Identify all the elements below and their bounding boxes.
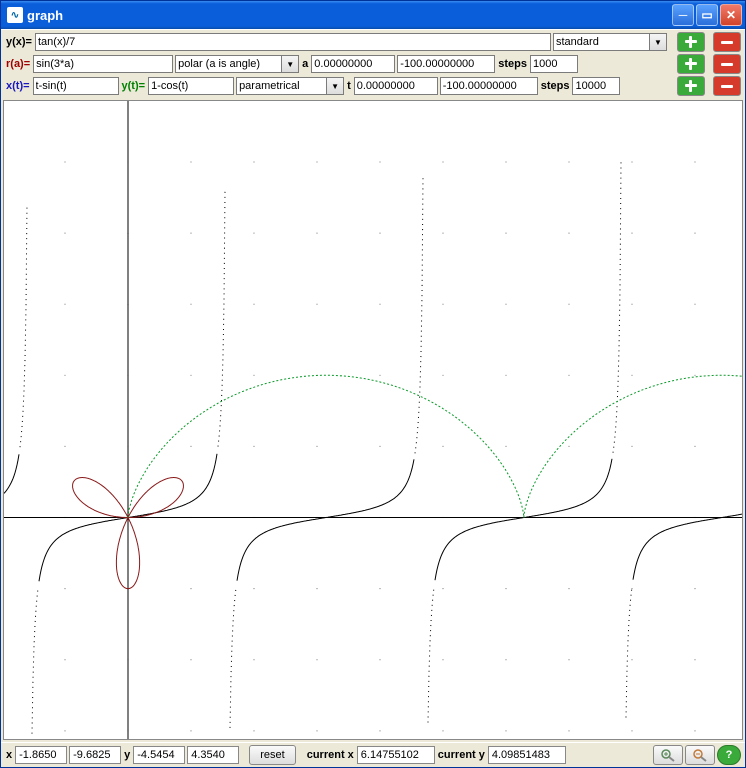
statusbar: x y reset current x current y ? <box>1 742 745 767</box>
a-to-input[interactable] <box>397 55 495 73</box>
remove-button[interactable] <box>713 32 741 52</box>
steps-label: steps <box>497 58 528 70</box>
function-row-parametric: x(t)= y(t)= ▼ t steps <box>5 76 741 96</box>
window-title: graph <box>27 8 63 23</box>
plus-icon <box>685 80 697 92</box>
close-button[interactable]: ✕ <box>720 4 742 26</box>
ra-label: r(a)= <box>5 58 31 70</box>
yt-label: y(t)= <box>121 80 147 92</box>
toolbar: y(x)= ▼ r(a)= ▼ a steps <box>1 29 745 100</box>
remove-button[interactable] <box>713 76 741 96</box>
y-to-field[interactable] <box>187 746 239 764</box>
reset-button[interactable]: reset <box>249 745 295 765</box>
y-from-field[interactable] <box>133 746 185 764</box>
app-window: ∿ graph ─ ▭ ✕ y(x)= ▼ r(a)= ▼ <box>0 0 746 768</box>
chevron-down-icon[interactable]: ▼ <box>649 33 667 51</box>
magnifier-plus-icon <box>660 748 676 762</box>
steps-label: steps <box>540 80 571 92</box>
plus-icon <box>685 58 697 70</box>
help-button[interactable]: ? <box>717 745 741 765</box>
xt-label: x(t)= <box>5 80 31 92</box>
t-to-input[interactable] <box>440 77 538 95</box>
current-x-label: current x <box>306 749 355 761</box>
ra-input[interactable] <box>33 55 173 73</box>
yt-input[interactable] <box>148 77 234 95</box>
mode-param-value[interactable] <box>236 77 326 95</box>
titlebar[interactable]: ∿ graph ─ ▭ ✕ <box>1 1 745 29</box>
yx-label: y(x)= <box>5 36 33 48</box>
minus-icon <box>721 63 733 66</box>
maximize-button[interactable]: ▭ <box>696 4 718 26</box>
minimize-button[interactable]: ─ <box>672 4 694 26</box>
mode-select-standard[interactable]: ▼ <box>553 33 667 51</box>
current-y-label: current y <box>437 749 486 761</box>
chevron-down-icon[interactable]: ▼ <box>326 77 344 95</box>
add-button[interactable] <box>677 54 705 74</box>
function-row-standard: y(x)= ▼ <box>5 32 741 52</box>
mode-select-parametric[interactable]: ▼ <box>236 77 344 95</box>
minus-icon <box>721 85 733 88</box>
zoom-out-button[interactable] <box>685 745 715 765</box>
function-row-polar: r(a)= ▼ a steps <box>5 54 741 74</box>
steps-input-polar[interactable] <box>530 55 578 73</box>
a-label: a <box>301 58 309 70</box>
mode-select-polar[interactable]: ▼ <box>175 55 299 73</box>
t-label: t <box>346 80 352 92</box>
mode-standard-value[interactable] <box>553 33 649 51</box>
t-from-input[interactable] <box>354 77 438 95</box>
magnifier-minus-icon <box>692 748 708 762</box>
steps-input-param[interactable] <box>572 77 620 95</box>
x-to-field[interactable] <box>69 746 121 764</box>
yx-input[interactable] <box>35 33 551 51</box>
plot-svg <box>4 101 742 739</box>
add-button[interactable] <box>677 32 705 52</box>
x-label: x <box>5 749 13 761</box>
current-y-value <box>488 746 566 764</box>
y-label: y <box>123 749 131 761</box>
add-button[interactable] <box>677 76 705 96</box>
plus-icon <box>685 36 697 48</box>
a-from-input[interactable] <box>311 55 395 73</box>
minus-icon <box>721 41 733 44</box>
xt-input[interactable] <box>33 77 119 95</box>
chevron-down-icon[interactable]: ▼ <box>281 55 299 73</box>
current-x-value <box>357 746 435 764</box>
zoom-in-button[interactable] <box>653 745 683 765</box>
app-icon: ∿ <box>7 7 23 23</box>
mode-polar-value[interactable] <box>175 55 281 73</box>
x-from-field[interactable] <box>15 746 67 764</box>
graph-canvas[interactable] <box>3 100 743 740</box>
remove-button[interactable] <box>713 54 741 74</box>
